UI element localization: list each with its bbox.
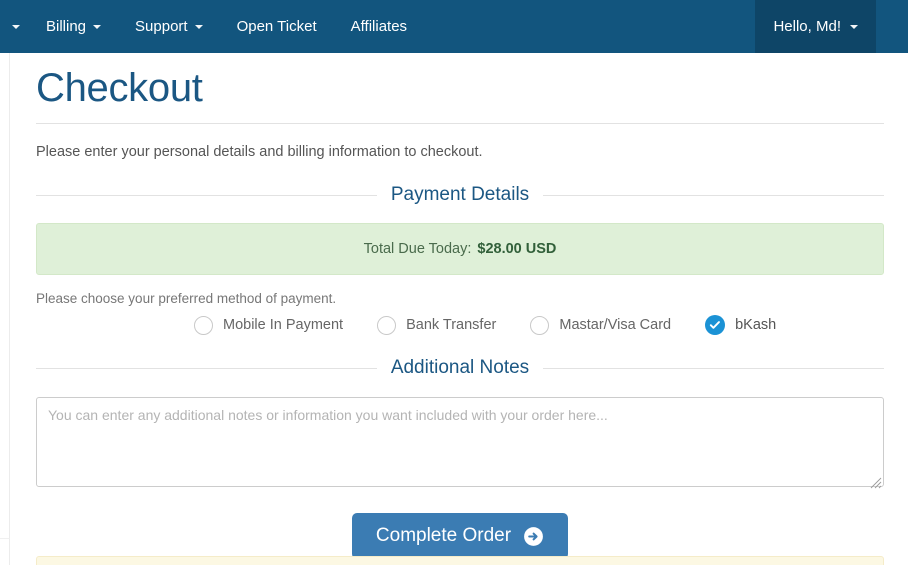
payment-method-mobile-in-payment-label: Mobile In Payment: [223, 317, 344, 334]
radio-unselected-icon[interactable]: [194, 315, 213, 335]
nav-item-billing-label: Billing: [46, 18, 87, 35]
page-description: Please enter your personal details and b…: [36, 144, 483, 160]
additional-notes-legend: Additional Notes: [36, 357, 884, 379]
payment-method-mastar-visa-card-label: Mastar/Visa Card: [559, 317, 672, 334]
total-due-box: Total Due Today: $28.00 USD: [36, 223, 884, 276]
nav-item-open-ticket-label: Open Ticket: [236, 18, 317, 35]
radio-unselected-icon[interactable]: [377, 315, 397, 335]
user-menu[interactable]: Hello, Md!: [755, 0, 876, 53]
payment-method-bkash-label: bKash: [735, 317, 777, 334]
arrow-circle-right-icon: [524, 526, 543, 546]
navbar-toggle-dropdown[interactable]: [2, 0, 29, 53]
legend-rule-left: [36, 367, 377, 369]
chevron-down-icon: [12, 24, 20, 29]
radio-unselected-icon[interactable]: [530, 315, 550, 335]
payment-method-mastar-visa-card[interactable]: Mastar/Visa Card: [530, 315, 672, 335]
navbar-left-items: Billing Support Open Ticket Affiliates: [0, 0, 424, 53]
checkout-container: Checkout Please enter your personal deta…: [36, 53, 884, 560]
user-menu-label: Hello, Md!: [773, 18, 841, 35]
complete-order-button-label: Complete Order: [375, 525, 512, 547]
navbar-right-items: Hello, Md!: [755, 0, 908, 53]
legend-rule-left: [36, 194, 377, 196]
payment-method-help: Please choose your preferred method of p…: [36, 291, 337, 307]
chevron-down-icon: [93, 24, 102, 29]
navbar-spacer: [424, 0, 755, 53]
nav-item-open-ticket[interactable]: Open Ticket: [220, 0, 334, 53]
nav-item-affiliates[interactable]: Affiliates: [334, 0, 424, 53]
payment-details-legend-label: Payment Details: [390, 184, 530, 206]
total-due-label: Total Due Today:: [363, 241, 472, 258]
payment-details-legend: Payment Details: [36, 184, 884, 206]
payment-method-group: Mobile In Payment Bank Transfer Mastar/V…: [36, 315, 884, 336]
payment-method-mobile-in-payment[interactable]: Mobile In Payment: [194, 315, 344, 335]
page-title: Checkout: [36, 53, 884, 124]
chevron-down-icon: [850, 24, 858, 29]
payment-method-bkash[interactable]: bKash: [705, 315, 777, 336]
additional-notes-legend-label: Additional Notes: [390, 357, 530, 379]
additional-notes-wrap: [36, 379, 884, 492]
checkout-actions: Complete Order: [36, 513, 884, 560]
top-navbar: Billing Support Open Ticket Affiliates H…: [0, 0, 908, 53]
bottom-alert-banner: [36, 556, 884, 565]
payment-method-bank-transfer[interactable]: Bank Transfer: [377, 315, 497, 335]
additional-notes-textarea[interactable]: [36, 397, 884, 488]
page-body: Checkout Please enter your personal deta…: [0, 53, 908, 565]
legend-rule-right: [543, 194, 884, 196]
nav-item-affiliates-label: Affiliates: [350, 18, 408, 35]
left-rail-edge-lower: [0, 538, 10, 565]
nav-item-support-label: Support: [135, 18, 188, 35]
payment-method-bank-transfer-label: Bank Transfer: [406, 317, 497, 334]
nav-item-support[interactable]: Support: [118, 0, 220, 53]
total-due-amount: $28.00 USD: [477, 241, 557, 258]
nav-item-billing[interactable]: Billing: [29, 0, 118, 53]
left-rail-edge: [0, 53, 10, 565]
legend-rule-right: [543, 367, 884, 369]
complete-order-button[interactable]: Complete Order: [351, 513, 569, 560]
radio-selected-check-icon[interactable]: [705, 315, 726, 336]
chevron-down-icon: [194, 24, 203, 29]
